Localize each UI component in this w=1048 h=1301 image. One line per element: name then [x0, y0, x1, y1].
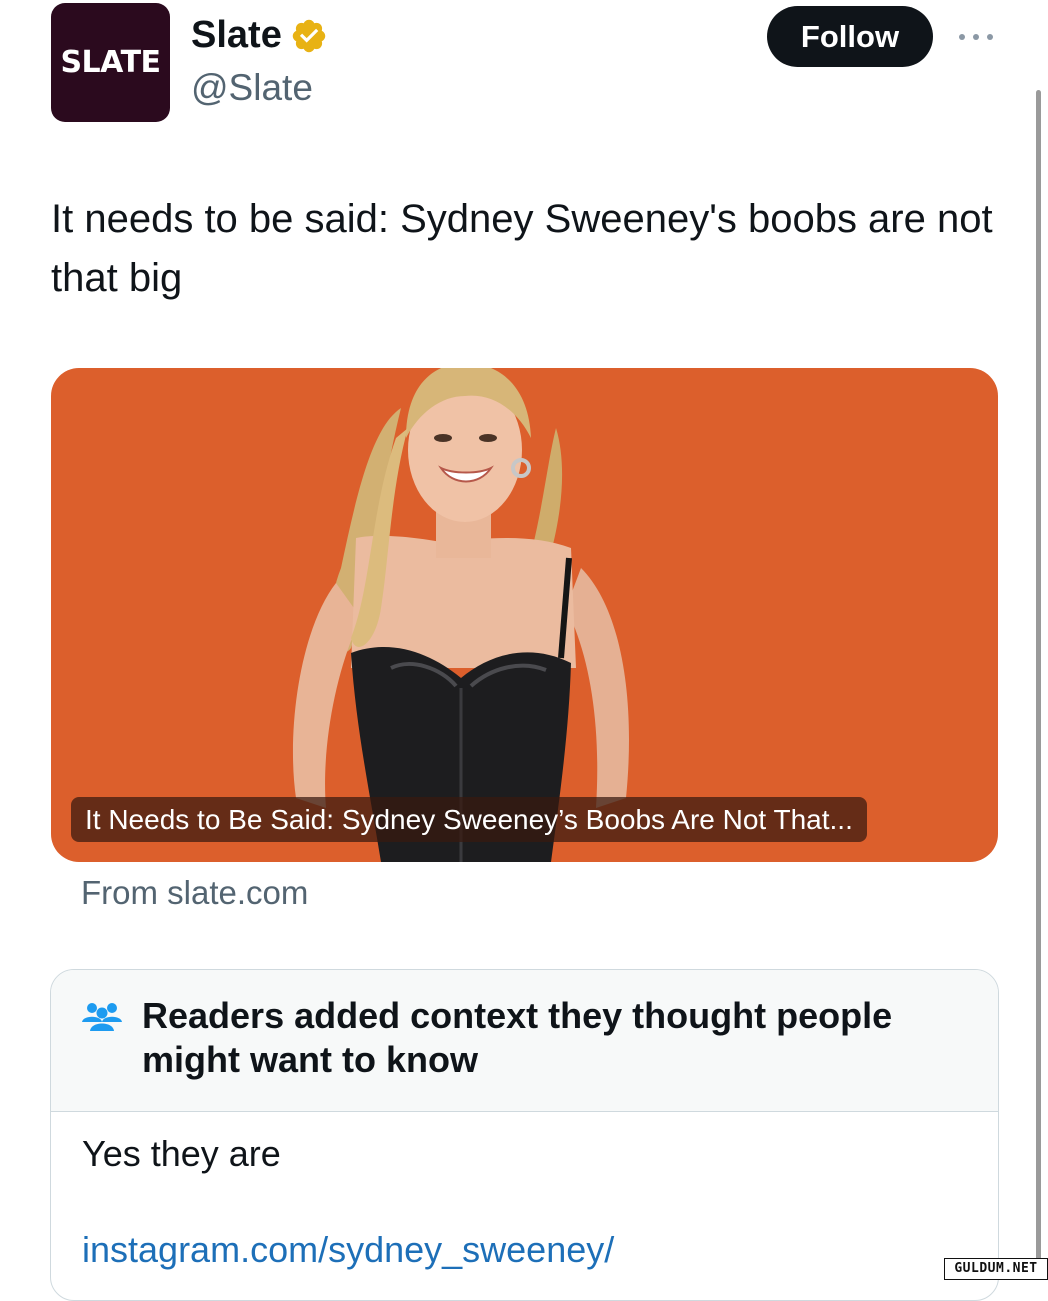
- scrollbar[interactable]: [1036, 90, 1041, 1280]
- community-note: Readers added context they thought peopl…: [50, 969, 999, 1301]
- avatar[interactable]: SLATE: [51, 3, 170, 122]
- watermark: GULDUM.NET: [944, 1258, 1048, 1280]
- community-note-link[interactable]: instagram.com/sydney_sweeney/: [82, 1229, 614, 1271]
- verified-badge-icon: [290, 17, 328, 55]
- media-caption: It Needs to Be Said: Sydney Sweeney’s Bo…: [71, 797, 867, 842]
- community-note-title: Readers added context they thought peopl…: [142, 995, 893, 1080]
- more-horizontal-icon[interactable]: [956, 30, 996, 44]
- author-name-row: Slate: [191, 14, 328, 57]
- tweet-text: It needs to be said: Sydney Sweeney's bo…: [51, 197, 993, 300]
- community-note-header: Readers added context they thought peopl…: [51, 970, 998, 1112]
- follow-button[interactable]: Follow: [767, 6, 933, 67]
- community-note-body: Yes they are: [82, 1133, 281, 1174]
- avatar-logo-text: SLATE: [60, 45, 161, 80]
- link-card-media[interactable]: It Needs to Be Said: Sydney Sweeney’s Bo…: [51, 368, 998, 862]
- article-photo: [292, 368, 629, 862]
- author-handle[interactable]: @Slate: [191, 67, 313, 109]
- link-source[interactable]: From slate.com: [81, 874, 308, 912]
- readers-icon: [82, 1003, 122, 1031]
- display-name[interactable]: Slate: [191, 14, 282, 57]
